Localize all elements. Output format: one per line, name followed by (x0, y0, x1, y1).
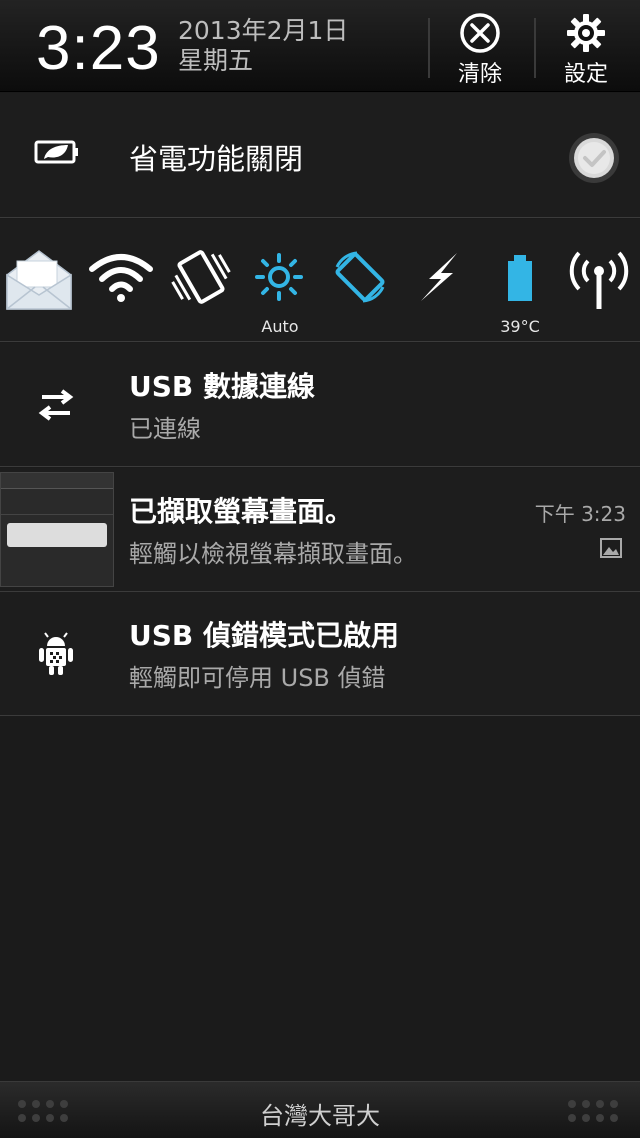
flashlight-toggle[interactable] (405, 249, 475, 309)
notification-subtitle: 已連線 (129, 415, 201, 443)
date-block: 2013年2月1日 星期五 (178, 16, 348, 76)
usb-transfer-icon (38, 389, 74, 421)
clear-icon (460, 13, 500, 53)
grip-dots-right (568, 1100, 618, 1122)
notification-subtitle: 輕觸即可停用 USB 偵錯 (129, 664, 386, 692)
notification-title: USB 偵錯模式已啟用 (129, 619, 399, 652)
battery-icon (508, 255, 532, 301)
brightness-caption: Auto (261, 317, 299, 336)
hotspot-toggle[interactable] (564, 249, 634, 317)
hotspot-icon (569, 251, 629, 309)
power-saver-label: 省電功能關閉 (129, 142, 304, 176)
power-saver-row[interactable]: 省電功能關閉 (0, 93, 640, 218)
weekday-text: 星期五 (178, 46, 254, 75)
auto-rotate-toggle[interactable] (325, 249, 395, 309)
power-saver-icon (34, 140, 78, 164)
settings-label: 設定 (563, 62, 608, 87)
gear-icon (567, 14, 605, 52)
flash-icon (421, 253, 457, 301)
wifi-icon (89, 254, 153, 302)
android-debug-icon (39, 632, 73, 675)
notification-subtitle: 輕觸以檢視螢幕擷取畫面。 (129, 540, 417, 568)
notification-title: 已擷取螢幕畫面。 (129, 495, 354, 528)
brightness-icon (255, 253, 303, 301)
clock: 3:23 (36, 14, 161, 83)
date-text: 2013年2月1日 (178, 16, 349, 45)
notification-screenshot[interactable]: 已擷取螢幕畫面。 輕觸以檢視螢幕擷取畫面。 下午 3:23 (0, 468, 640, 592)
wifi-toggle[interactable] (86, 249, 156, 309)
auto-rotate-icon (335, 251, 385, 303)
vibrate-icon (171, 250, 231, 304)
screenshot-thumbnail (0, 472, 114, 587)
clear-label: 清除 (457, 62, 502, 87)
settings-button[interactable]: 設定 (536, 12, 636, 88)
notification-usb-debugging[interactable]: USB 偵錯模式已啟用 輕觸即可停用 USB 偵錯 (0, 592, 640, 716)
notification-time: 下午 3:23 (534, 502, 626, 526)
image-icon (600, 538, 622, 558)
notification-footer-handle[interactable]: 台灣大哥大 (0, 1081, 640, 1138)
battery-temperature: 39°C (500, 317, 540, 336)
power-saver-checkbox[interactable] (568, 132, 620, 184)
clear-button[interactable]: 清除 (430, 12, 530, 88)
battery-toggle[interactable] (485, 249, 555, 309)
mail-icon (6, 250, 72, 310)
carrier-name: 台灣大哥大 (260, 1102, 380, 1130)
notification-title: USB 數據連線 (129, 370, 315, 403)
vibrate-toggle[interactable] (166, 249, 236, 309)
notification-usb-connection[interactable]: USB 數據連線 已連線 (0, 343, 640, 467)
notification-header: 3:23 2013年2月1日 星期五 清除 設定 (0, 0, 640, 92)
mail-toggle[interactable] (4, 247, 74, 315)
brightness-toggle[interactable] (244, 249, 314, 309)
quick-settings-row: Auto 39°C (0, 219, 640, 342)
